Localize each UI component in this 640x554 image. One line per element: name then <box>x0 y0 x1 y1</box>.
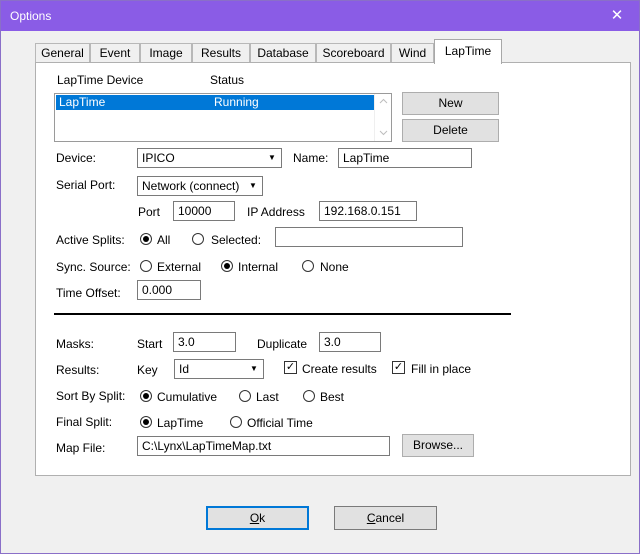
tab-scoreboard[interactable]: Scoreboard <box>316 43 391 63</box>
final-laptime-label: LapTime <box>157 416 204 430</box>
tab-wind[interactable]: Wind <box>391 43 434 63</box>
cancel-button[interactable]: Cancel <box>334 506 437 530</box>
cancel-label-rest: ancel <box>375 511 405 525</box>
close-icon[interactable]: ✕ <box>595 1 639 31</box>
device-list[interactable]: LapTime Running <box>54 93 392 142</box>
results-label: Results: <box>56 363 100 377</box>
key-value: Id <box>179 362 190 376</box>
chevron-up-icon[interactable] <box>379 98 388 104</box>
sort-best-radio[interactable] <box>303 390 315 402</box>
key-select[interactable]: Id ▼ <box>174 359 264 379</box>
start-label: Start <box>137 337 163 351</box>
map-file-label: Map File: <box>56 441 106 455</box>
selected-splits-field[interactable] <box>275 227 463 247</box>
sort-cumulative-radio[interactable] <box>140 390 152 402</box>
tab-general[interactable]: General <box>35 43 90 63</box>
final-split-label: Final Split: <box>56 415 113 429</box>
ok-button[interactable]: Ok <box>206 506 309 530</box>
list-item[interactable]: LapTime Running <box>56 95 374 110</box>
name-label: Name: <box>293 151 329 165</box>
browse-button[interactable]: Browse... <box>402 434 474 457</box>
chevron-down-icon[interactable]: ▼ <box>245 178 261 194</box>
list-item-device: LapTime <box>59 95 106 109</box>
sync-internal-radio[interactable] <box>221 260 233 272</box>
sync-none-label: None <box>320 260 349 274</box>
final-official-time-label: Official Time <box>247 416 313 430</box>
chevron-down-icon[interactable]: ▼ <box>246 361 262 377</box>
list-header-device: LapTime Device <box>57 73 144 87</box>
list-item-status: Running <box>214 95 259 109</box>
start-field[interactable]: 3.0 <box>173 332 236 352</box>
create-results-label: Create results <box>302 362 377 376</box>
time-offset-field[interactable]: 0.000 <box>137 280 201 300</box>
active-splits-all-radio[interactable] <box>140 233 152 245</box>
port-label: Port <box>138 205 161 219</box>
device-label: Device: <box>56 151 97 165</box>
chevron-down-icon[interactable] <box>379 130 388 136</box>
sync-internal-label: Internal <box>238 260 279 274</box>
ip-address-field[interactable]: 192.168.0.151 <box>319 201 417 221</box>
ok-accelerator: O <box>249 511 260 525</box>
tab-image[interactable]: Image <box>140 43 192 63</box>
options-dialog: Options ✕ General Event Image Results Da… <box>0 0 640 554</box>
delete-button[interactable]: Delete <box>402 119 499 142</box>
port-field[interactable]: 10000 <box>173 201 235 221</box>
sync-external-label: External <box>157 260 202 274</box>
tab-results[interactable]: Results <box>192 43 250 63</box>
device-value: IPICO <box>142 151 175 165</box>
active-splits-all-label: All <box>157 233 171 247</box>
active-splits-label: Active Splits: <box>56 233 125 247</box>
fill-in-place-label: Fill in place <box>411 362 472 376</box>
tab-event[interactable]: Event <box>90 43 140 63</box>
ok-label-rest: k <box>259 511 266 525</box>
masks-label: Masks: <box>56 337 95 351</box>
sync-source-label: Sync. Source: <box>56 260 131 274</box>
map-file-field[interactable]: C:\Lynx\LapTimeMap.txt <box>137 436 390 456</box>
fill-in-place-checkbox[interactable]: ✓ <box>392 361 405 374</box>
list-scrollbar[interactable] <box>374 94 391 141</box>
tab-laptime[interactable]: LapTime <box>434 39 502 64</box>
serial-port-select[interactable]: Network (connect) ▼ <box>137 176 263 196</box>
sort-by-split-label: Sort By Split: <box>56 389 126 403</box>
section-divider <box>54 313 511 315</box>
title-bar: Options ✕ <box>1 1 639 31</box>
device-select[interactable]: IPICO ▼ <box>137 148 282 168</box>
ip-address-label: IP Address <box>247 205 305 219</box>
sort-cumulative-label: Cumulative <box>157 390 218 404</box>
list-header-status: Status <box>210 73 245 87</box>
sort-last-label: Last <box>256 390 279 404</box>
new-button[interactable]: New <box>402 92 499 115</box>
final-laptime-radio[interactable] <box>140 416 152 428</box>
sync-none-radio[interactable] <box>302 260 314 272</box>
active-splits-selected-radio[interactable] <box>192 233 204 245</box>
name-field[interactable]: LapTime <box>338 148 472 168</box>
key-label: Key <box>137 363 158 377</box>
create-results-checkbox[interactable]: ✓ <box>284 361 297 374</box>
duplicate-label: Duplicate <box>257 337 308 351</box>
sync-external-radio[interactable] <box>140 260 152 272</box>
active-splits-selected-label: Selected: <box>211 233 262 247</box>
serial-port-value: Network (connect) <box>142 179 240 193</box>
serial-port-label: Serial Port: <box>56 178 116 192</box>
time-offset-label: Time Offset: <box>56 286 121 300</box>
sort-last-radio[interactable] <box>239 390 251 402</box>
sort-best-label: Best <box>320 390 345 404</box>
tab-database[interactable]: Database <box>250 43 316 63</box>
window-title: Options <box>10 9 52 23</box>
chevron-down-icon[interactable]: ▼ <box>264 150 280 166</box>
final-official-time-radio[interactable] <box>230 416 242 428</box>
duplicate-field[interactable]: 3.0 <box>319 332 381 352</box>
